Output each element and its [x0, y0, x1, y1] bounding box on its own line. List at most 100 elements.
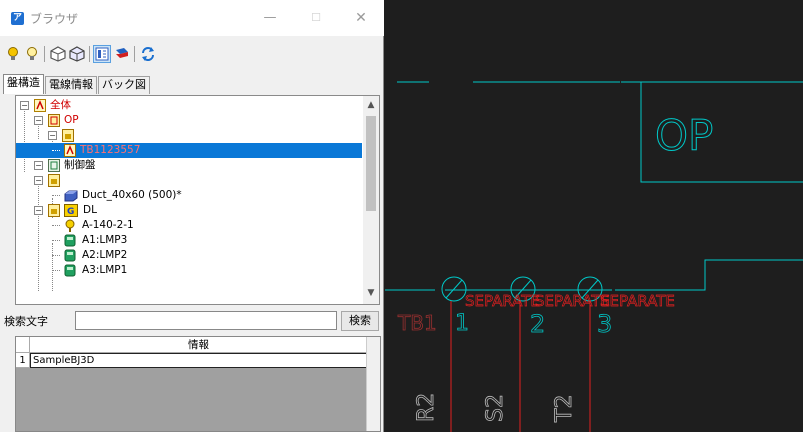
collapse-toggle-icon[interactable]: −: [34, 161, 43, 170]
tree-item-label: A-140-2-1: [82, 219, 134, 231]
scrollbar-thumb[interactable]: [366, 116, 376, 211]
svg-text:G: G: [67, 207, 74, 217]
scroll-up-icon[interactable]: ▲: [363, 98, 379, 112]
tree-item[interactable]: A2:LMP2: [16, 248, 362, 263]
assembly-icon: [34, 99, 46, 112]
tree-item-label: TB1123557: [80, 144, 141, 156]
wire-label: R2: [414, 393, 439, 422]
toolbar-separator: [89, 46, 90, 62]
tree-guide-line: [52, 270, 60, 271]
tree-item[interactable]: − 全体: [16, 98, 362, 113]
cad-line: [615, 259, 803, 291]
tree-item[interactable]: −: [16, 173, 362, 188]
tree-clip: [16, 292, 363, 304]
component-group-icon: G: [64, 204, 78, 217]
cad-drawing: OP TB1 1 2 3 SEPARATE SEPARATE SEPARATE …: [385, 81, 803, 432]
tree-item-label: 全体: [50, 99, 71, 111]
grid-corner: [16, 337, 30, 353]
grid-scrollbar[interactable]: [366, 337, 380, 431]
cube-outline-icon[interactable]: [69, 46, 85, 62]
tree-item-label: A3:LMP1: [82, 264, 128, 276]
terminal-number: 2: [530, 310, 545, 338]
terminal-slash: [445, 279, 463, 299]
tree-item-label: OP: [64, 114, 79, 126]
tree-item-label: Duct_40x60 (500)*: [82, 189, 182, 201]
folder-component-icon: [48, 114, 60, 127]
tree-guide-line: [52, 150, 60, 151]
title-bar: ア ブラウザ — ☐ ✕: [0, 0, 384, 36]
terminal-number: 1: [455, 311, 469, 336]
tree-item-label: 制御盤: [64, 159, 96, 171]
tree-guide-line: [52, 225, 60, 226]
search-label: 検索文字: [4, 315, 48, 328]
toolbar-separator: [134, 46, 135, 62]
collapse-toggle-icon[interactable]: −: [34, 206, 43, 215]
scroll-down-icon[interactable]: ▼: [363, 286, 379, 300]
panel-view-icon[interactable]: [93, 45, 111, 63]
tree-item[interactable]: − G DL: [16, 203, 362, 218]
search-button[interactable]: 検索: [341, 311, 379, 331]
tree-guide-line: [52, 195, 60, 196]
toolbar-separator: [44, 46, 45, 62]
grid-row-number: 1: [16, 353, 30, 368]
tab-panel-structure[interactable]: 盤構造: [3, 74, 44, 94]
collapse-toggle-icon[interactable]: −: [34, 176, 43, 185]
pilot-lamp-icon: [64, 219, 76, 232]
grid-column-header: 情報: [30, 337, 367, 353]
tree-item[interactable]: A3:LMP1: [16, 263, 362, 278]
overlap-text: SEPARATE: [535, 292, 610, 310]
tree-scrollbar[interactable]: ▲ ▼: [363, 96, 379, 304]
close-button[interactable]: ✕: [347, 6, 375, 30]
tree-item[interactable]: −: [16, 128, 362, 143]
duct-icon: [64, 189, 78, 202]
overlap-text: SEPARATE: [600, 292, 675, 310]
minimize-button[interactable]: —: [256, 6, 284, 30]
op-label: OP: [655, 111, 713, 160]
refresh-icon[interactable]: [140, 46, 156, 62]
tb-label: TB1: [397, 311, 437, 335]
app-icon: ア: [11, 12, 24, 25]
overlap-text: SEPARATE: [465, 292, 540, 310]
folder-icon: [48, 204, 60, 217]
window-title: ブラウザ: [30, 12, 79, 26]
lamp-component-icon: [64, 234, 76, 247]
tab-wire-info[interactable]: 電線情報: [45, 76, 97, 94]
maximize-button[interactable]: ☐: [302, 6, 330, 30]
tree-item[interactable]: A1:LMP3: [16, 233, 362, 248]
tree-item[interactable]: − OP: [16, 113, 362, 128]
cube-icon[interactable]: [50, 46, 66, 62]
tree-view[interactable]: − 全体 − OP − TB1123557 − 制御盤 − Duct_40x60…: [15, 95, 380, 305]
tab-bar: 盤構造 電線情報 バック図: [3, 74, 151, 94]
collapse-toggle-icon[interactable]: −: [34, 116, 43, 125]
tree-item-selected[interactable]: TB1123557: [16, 143, 362, 158]
folder-icon: [48, 174, 60, 187]
tree-guide-line: [52, 240, 60, 241]
cad-canvas[interactable]: OP TB1 1 2 3 SEPARATE SEPARATE SEPARATE …: [385, 0, 803, 432]
tree-guide-line: [52, 255, 60, 256]
bulb-off-icon[interactable]: [24, 46, 40, 62]
panel-icon: [48, 159, 60, 172]
bulb-on-icon[interactable]: [5, 46, 21, 62]
tree-item-label: A2:LMP2: [82, 249, 128, 261]
tree-item-label: A1:LMP3: [82, 234, 128, 246]
collapse-toggle-icon[interactable]: −: [48, 131, 57, 140]
info-grid: 情報 1 SampleBJ3D: [15, 336, 381, 432]
browser-panel: ア ブラウザ — ☐ ✕ 盤構造 電線情報 バック図 − 全体 − OP − T…: [0, 0, 384, 432]
wire-label: S2: [483, 394, 508, 422]
grid-cell[interactable]: SampleBJ3D: [30, 353, 367, 368]
search-input[interactable]: [75, 311, 337, 330]
wire-label: T2: [552, 395, 577, 423]
tree-item[interactable]: A-140-2-1: [16, 218, 362, 233]
tree-item[interactable]: − 制御盤: [16, 158, 362, 173]
tree-item[interactable]: Duct_40x60 (500)*: [16, 188, 362, 203]
layers-icon[interactable]: [114, 46, 130, 62]
collapse-toggle-icon[interactable]: −: [20, 101, 29, 110]
folder-icon: [62, 129, 74, 142]
lamp-component-icon: [64, 264, 76, 277]
terminal-number: 3: [597, 310, 612, 338]
toolbar: [0, 36, 384, 66]
terminal-block-icon: [64, 144, 76, 157]
tree-item-label: DL: [83, 204, 97, 216]
lamp-component-icon: [64, 249, 76, 262]
tab-back-diagram[interactable]: バック図: [98, 76, 150, 94]
